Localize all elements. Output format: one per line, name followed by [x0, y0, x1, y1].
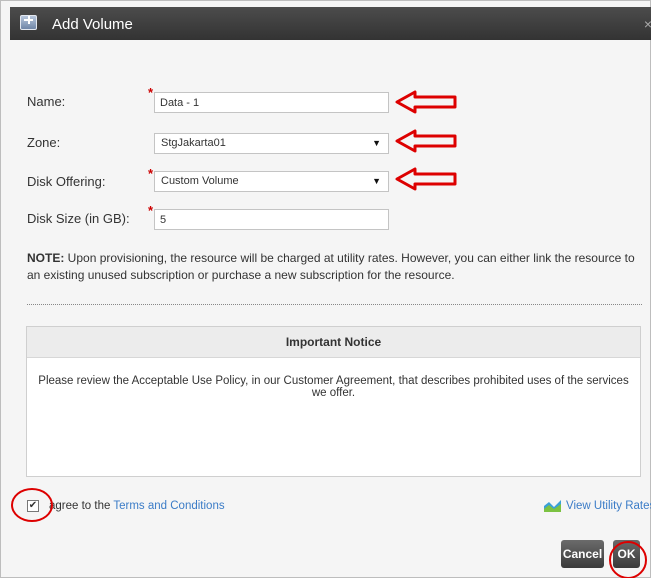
cancel-button[interactable]: Cancel [561, 540, 604, 568]
chart-icon [544, 500, 561, 512]
disk-size-input[interactable] [154, 209, 389, 230]
note-text: Upon provisioning, the resource will be … [27, 251, 635, 282]
zone-label: Zone: [27, 135, 61, 150]
agree-label: agree to the Terms and Conditions [49, 500, 225, 512]
dropdown-arrow-icon: ▼ [372, 138, 381, 148]
notice-body: Please review the Acceptable Use Policy,… [38, 375, 629, 399]
rates-link-label: View Utility Rates [566, 500, 651, 512]
terms-link[interactable]: Terms and Conditions [113, 500, 224, 512]
disk-size-label: Disk Size (in GB): [27, 211, 130, 226]
annotation-arrow [395, 129, 457, 153]
provisioning-note: NOTE: Upon provisioning, the resource wi… [27, 250, 637, 284]
annotation-circle [11, 488, 53, 522]
zone-select-value: StgJakarta01 [161, 137, 226, 149]
required-marker: * [148, 166, 154, 181]
annotation-arrow [395, 167, 457, 191]
close-icon[interactable]: × [644, 16, 651, 32]
dialog-title: Add Volume [52, 16, 133, 33]
name-input[interactable] [154, 92, 389, 113]
notice-title: Important Notice [27, 327, 640, 358]
zone-select[interactable]: StgJakarta01 ▼ [154, 133, 389, 154]
dialog-titlebar: Add Volume × [10, 7, 651, 40]
annotation-arrow [395, 90, 457, 114]
disk-offering-label: Disk Offering: [27, 174, 106, 189]
disk-offering-select-value: Custom Volume [161, 175, 239, 187]
annotation-circle [609, 541, 647, 578]
important-notice-panel: Important Notice Please review the Accep… [26, 326, 641, 477]
note-prefix: NOTE: [27, 251, 65, 265]
dropdown-arrow-icon: ▼ [372, 176, 381, 186]
disk-offering-select[interactable]: Custom Volume ▼ [154, 171, 389, 192]
section-divider [27, 304, 642, 305]
required-marker: * [148, 85, 154, 100]
add-volume-icon [20, 15, 37, 30]
name-label: Name: [27, 94, 66, 109]
agree-text: agree to the [49, 500, 114, 512]
required-marker: * [148, 203, 154, 218]
add-volume-dialog: Add Volume × Name: * Zone: StgJakarta01 … [0, 0, 651, 578]
